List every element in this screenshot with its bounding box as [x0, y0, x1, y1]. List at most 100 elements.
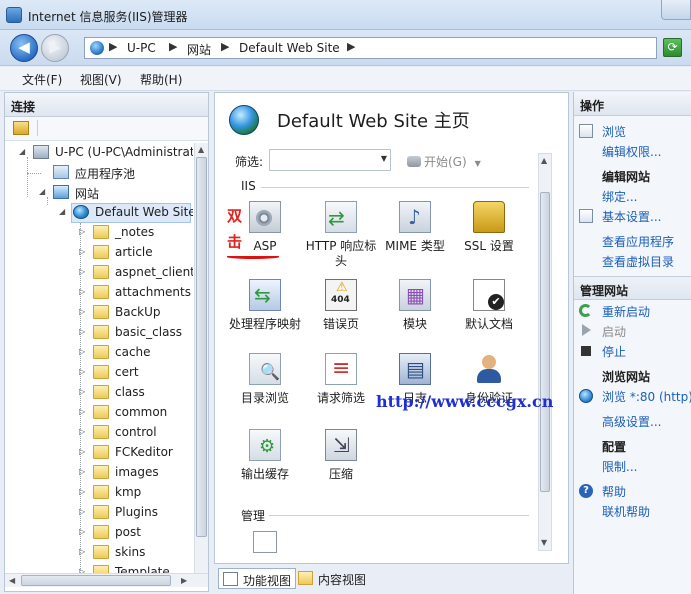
tree-node-folder[interactable]: ▷ cert — [5, 363, 193, 383]
scroll-up-icon[interactable]: ▲ — [198, 145, 204, 154]
tab-content-view[interactable]: 内容视图 — [294, 568, 370, 589]
expand-arrow-icon[interactable]: ▷ — [79, 427, 85, 436]
feature-output-caching[interactable]: 输出缓存 — [225, 429, 305, 482]
expand-arrow-icon[interactable]: ▷ — [79, 247, 85, 256]
go-button[interactable]: 开始(G) ▼ — [407, 153, 481, 170]
feature-http-response-headers[interactable]: HTTP 响应标头 — [301, 201, 381, 269]
scroll-thumb[interactable] — [21, 575, 171, 586]
expand-arrow-icon[interactable]: ▷ — [79, 407, 85, 416]
action-view-applications[interactable]: 查看应用程序 — [574, 231, 691, 251]
collapse-arrow-icon[interactable]: ◢ — [19, 147, 25, 156]
action-view-virtual-directories[interactable]: 查看虚拟目录 — [574, 251, 691, 271]
expand-arrow-icon[interactable]: ▷ — [79, 507, 85, 516]
menu-help[interactable]: 帮助(H) — [140, 71, 182, 88]
feature-mime-types[interactable]: MIME 类型 — [375, 201, 455, 254]
menu-view[interactable]: 视图(V) — [80, 71, 122, 88]
asp-icon — [249, 201, 281, 233]
feature-handler-mappings[interactable]: 处理程序映射 — [225, 279, 305, 332]
address-bar[interactable]: ▶ U-PC ▶ 网站 ▶ Default Web Site ▶ — [84, 37, 657, 59]
tree-node-sites[interactable]: ◢ 网站 — [5, 183, 193, 203]
expand-arrow-icon[interactable]: ▷ — [79, 287, 85, 296]
expand-arrow-icon[interactable]: ▷ — [79, 447, 85, 456]
tree-node-folder[interactable]: ▷ cache — [5, 343, 193, 363]
forward-button[interactable]: ▶ — [41, 34, 69, 62]
tab-features-view[interactable]: 功能视图 — [218, 568, 297, 589]
action-stop[interactable]: 停止 — [574, 341, 691, 361]
tree-node-folder[interactable]: ▷ post — [5, 523, 193, 543]
expand-arrow-icon[interactable]: ▷ — [79, 547, 85, 556]
expand-arrow-icon[interactable]: ▷ — [79, 527, 85, 536]
action-restart[interactable]: 重新启动 — [574, 301, 691, 321]
action-advanced-settings[interactable]: 高级设置... — [574, 411, 691, 431]
tree-node-folder[interactable]: ▷ article — [5, 243, 193, 263]
tree-node-default-web-site[interactable]: ◢ Default Web Site — [5, 203, 193, 223]
scroll-right-icon[interactable]: ▶ — [181, 576, 187, 585]
menu-file[interactable]: 文件(F) — [22, 71, 62, 88]
tree-node-folder[interactable]: ▷ images — [5, 463, 193, 483]
breadcrumb-server[interactable]: U-PC — [127, 41, 156, 55]
expand-arrow-icon[interactable]: ▷ — [79, 387, 85, 396]
tree-node-folder[interactable]: ▷ _notes — [5, 223, 193, 243]
tree-label: class — [115, 385, 145, 399]
expand-arrow-icon[interactable]: ▷ — [79, 307, 85, 316]
action-edit-permissions[interactable]: 编辑权限... — [574, 141, 691, 161]
scroll-down-icon[interactable]: ▼ — [541, 538, 547, 547]
collapse-arrow-icon[interactable]: ◢ — [39, 187, 45, 196]
action-online-help[interactable]: 联机帮助 — [574, 501, 691, 521]
tree-node-folder[interactable]: ▷ FCKeditor — [5, 443, 193, 463]
feature-directory-browsing[interactable]: 目录浏览 — [225, 353, 305, 406]
connections-horizontal-scrollbar[interactable]: ◀ ▶ — [5, 573, 208, 587]
tree-node-folder[interactable]: ▷ kmp — [5, 483, 193, 503]
tree-node-folder[interactable]: ▷ attachments — [5, 283, 193, 303]
feature-compression[interactable]: 压缩 — [301, 429, 381, 482]
tree-node-folder[interactable]: ▷ class — [5, 383, 193, 403]
action-limits[interactable]: 限制... — [574, 456, 691, 476]
feature-default-document[interactable]: 默认文档 — [449, 279, 529, 332]
tree-node-folder[interactable]: ▷ BackUp — [5, 303, 193, 323]
feature-ssl-settings[interactable]: SSL 设置 — [449, 201, 529, 254]
refresh-button[interactable]: ⟳ — [663, 38, 682, 57]
expand-arrow-icon[interactable]: ▷ — [79, 367, 85, 376]
features-vertical-scrollbar[interactable]: ▲ ▼ — [538, 153, 552, 551]
tree-node-folder[interactable]: ▷ basic_class — [5, 323, 193, 343]
tree-node-folder[interactable]: ▷ common — [5, 403, 193, 423]
breadcrumb-sites[interactable]: 网站 — [187, 41, 211, 58]
scroll-up-icon[interactable]: ▲ — [541, 156, 547, 165]
feature-request-filtering[interactable]: 请求筛选 — [301, 353, 381, 406]
scroll-thumb[interactable] — [196, 157, 207, 537]
expand-arrow-icon[interactable]: ▷ — [79, 267, 85, 276]
scroll-left-icon[interactable]: ◀ — [9, 576, 15, 585]
back-button[interactable]: ◀ — [10, 34, 38, 62]
action-bindings[interactable]: 绑定... — [574, 186, 691, 206]
tree-node-folder[interactable]: ▷ Plugins — [5, 503, 193, 523]
minimize-button[interactable] — [661, 0, 691, 20]
connect-icon[interactable] — [13, 121, 29, 135]
action-help[interactable]: ? 帮助 — [574, 481, 691, 501]
tree-node-folder[interactable]: ▷ Template — [5, 563, 193, 573]
action-basic-settings[interactable]: 基本设置... — [574, 206, 691, 226]
tree-node-app-pools[interactable]: 应用程序池 — [5, 163, 193, 183]
chevron-down-icon[interactable]: ▼ — [475, 159, 481, 168]
feature-error-pages[interactable]: 错误页 — [301, 279, 381, 332]
scroll-thumb[interactable] — [540, 192, 550, 492]
action-browse[interactable]: 浏览 — [574, 121, 691, 141]
configuration-editor-icon[interactable] — [253, 531, 277, 553]
expand-arrow-icon[interactable]: ▷ — [79, 227, 85, 236]
compression-icon — [325, 429, 357, 461]
tree-node-server[interactable]: ◢ U-PC (U-PC\Administrat — [5, 143, 193, 163]
expand-arrow-icon[interactable]: ▷ — [79, 487, 85, 496]
expand-arrow-icon[interactable]: ▷ — [79, 347, 85, 356]
connections-vertical-scrollbar[interactable]: ▲ — [194, 143, 208, 573]
filter-input[interactable]: ▼ — [269, 149, 391, 171]
expand-arrow-icon[interactable]: ▷ — [79, 467, 85, 476]
breadcrumb-site[interactable]: Default Web Site — [239, 41, 340, 55]
feature-modules[interactable]: 模块 — [375, 279, 455, 332]
tree-node-folder[interactable]: ▷ skins — [5, 543, 193, 563]
expand-arrow-icon[interactable]: ▷ — [79, 327, 85, 336]
action-start[interactable]: 启动 — [574, 321, 691, 341]
tree-node-folder[interactable]: ▷ control — [5, 423, 193, 443]
chevron-down-icon[interactable]: ▼ — [381, 154, 387, 163]
action-browse-port-80[interactable]: 浏览 *:80 (http) — [574, 386, 691, 406]
tree-node-folder[interactable]: ▷ aspnet_client — [5, 263, 193, 283]
collapse-arrow-icon[interactable]: ◢ — [59, 207, 65, 216]
